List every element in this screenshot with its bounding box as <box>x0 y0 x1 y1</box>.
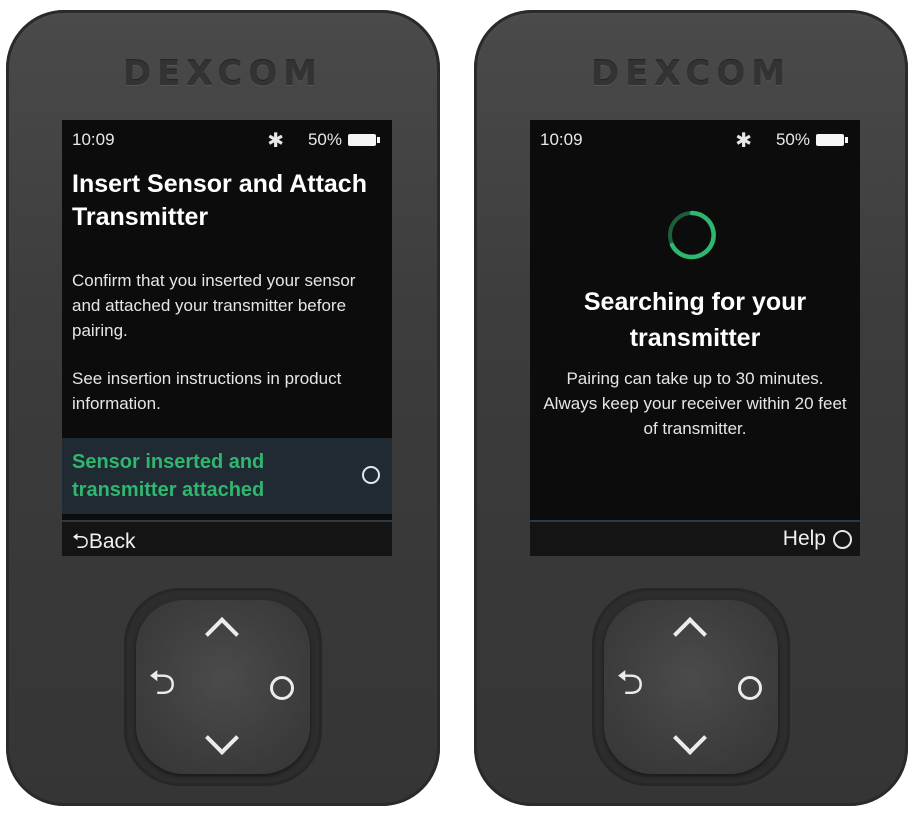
up-button[interactable] <box>669 608 713 652</box>
select-key[interactable] <box>258 666 302 710</box>
back-label: Back <box>88 530 136 553</box>
option-label: Sensor inserted and transmitter attached <box>72 451 265 501</box>
back-key[interactable]: ⮌ <box>608 666 652 710</box>
back-arrow-icon: ⮌ <box>148 664 176 702</box>
sensor-inserted-option[interactable]: Sensor inserted and transmitter attached <box>62 438 392 514</box>
navigation-pad-face: ⮌ <box>604 600 778 774</box>
receiver-screen: 10:09 ✱ 50% Searching for your transmitt… <box>530 120 860 556</box>
page-title: Searching for your transmitter <box>583 288 807 352</box>
bluetooth-icon: ✱ <box>735 130 752 152</box>
chevron-up-icon <box>673 617 707 651</box>
circle-select-icon <box>362 466 380 484</box>
select-key[interactable] <box>726 666 770 710</box>
bluetooth-icon: ✱ <box>267 130 284 152</box>
loading-spinner-icon <box>668 210 716 260</box>
navigation-pad: ⮌ <box>124 588 322 786</box>
soft-key-bar: Help <box>530 520 860 556</box>
page-title: Insert Sensor and Attach Transmitter <box>72 170 367 231</box>
chevron-up-icon <box>205 617 239 651</box>
device-logo: DEXCOM <box>122 54 324 94</box>
chevron-down-icon <box>205 721 239 755</box>
circle-select-icon <box>738 676 762 700</box>
down-button[interactable] <box>669 721 713 768</box>
receiver-device-left: DEXCOM 10:09 ✱ 50% Insert Sensor and Att… <box>6 10 440 806</box>
navigation-pad: ⮌ <box>592 588 790 786</box>
down-button[interactable] <box>201 721 245 768</box>
battery-icon <box>348 134 380 146</box>
battery-percent: 50% <box>775 130 810 149</box>
circle-select-icon <box>833 530 852 549</box>
pairing-instructions: Pairing can take up to 30 minutes. Alway… <box>543 369 847 438</box>
navigation-pad-face: ⮌ <box>136 600 310 774</box>
soft-key-bar: ⮌Back <box>62 520 392 556</box>
back-key[interactable]: ⮌ <box>140 666 184 710</box>
receiver-device-right: DEXCOM 10:09 ✱ 50% Searching for your tr… <box>474 10 908 806</box>
status-bar: 10:09 ✱ 50% <box>540 128 850 152</box>
help-button[interactable]: Help <box>783 527 826 551</box>
clock: 10:09 <box>540 130 583 149</box>
status-bar: 10:09 ✱ 50% <box>72 128 382 152</box>
receiver-screen: 10:09 ✱ 50% Insert Sensor and Attach Tra… <box>62 120 392 556</box>
circle-select-icon <box>270 676 294 700</box>
back-arrow-icon: ⮌ <box>616 664 644 702</box>
battery-icon <box>816 134 848 146</box>
insertion-note: See insertion instructions in product in… <box>72 369 342 413</box>
up-button[interactable] <box>201 608 245 652</box>
chevron-down-icon <box>673 721 707 755</box>
battery-percent: 50% <box>307 130 342 149</box>
back-button[interactable]: ⮌Back <box>72 527 136 556</box>
confirm-instructions: Confirm that you inserted your sensor an… <box>72 271 356 340</box>
device-logo: DEXCOM <box>590 54 792 94</box>
back-arrow-icon: ⮌ <box>72 530 89 553</box>
clock: 10:09 <box>72 130 115 149</box>
